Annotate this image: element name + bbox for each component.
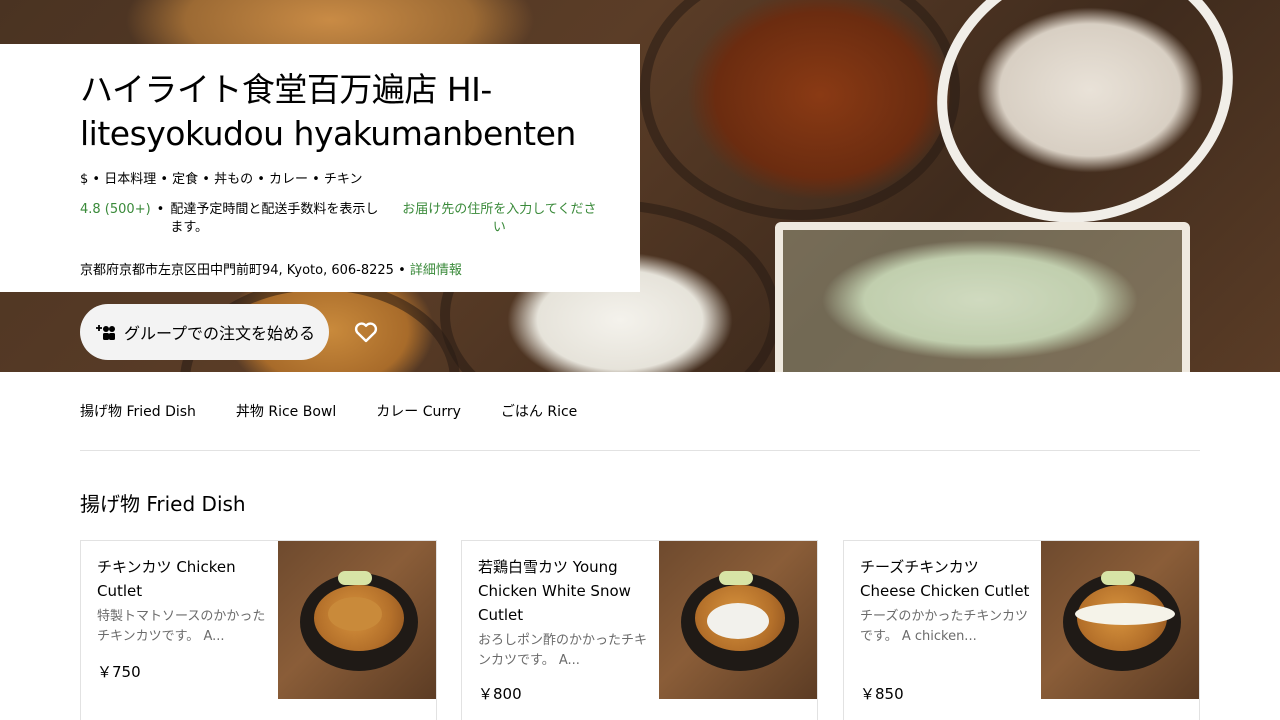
menu-item-card[interactable]: チキンカツ Chicken Cutlet 特製トマトソースのかかったチキンカツで…	[80, 540, 437, 720]
rating: 4.8 (500+)	[80, 202, 151, 217]
separator: •	[156, 202, 165, 217]
plate-decoration	[640, 0, 960, 220]
menu-item-name: チーズチキンカツ Cheese Chicken Cutlet	[860, 558, 1030, 600]
delivery-note: 配達予定時間と配送手数料を表示します。	[170, 202, 379, 235]
topping-shape	[707, 603, 769, 639]
topping-shape	[328, 597, 382, 631]
menu-item-description: 特製トマトソースのかかったチキンカツです。 A...	[97, 609, 266, 644]
more-info-link[interactable]: 詳細情報	[410, 263, 462, 278]
favorite-button[interactable]	[348, 314, 384, 350]
restaurant-info-card: ハイライト食堂百万遍店 HI-litesyokudou hyakumanbent…	[0, 44, 640, 292]
rating-row: 4.8 (500+) • 配達予定時間と配送手数料を表示します。 お届け先の住所…	[80, 201, 600, 237]
menu-item-name: チキンカツ Chicken Cutlet	[97, 558, 236, 600]
restaurant-title: ハイライト食堂百万遍店 HI-litesyokudou hyakumanbent…	[80, 70, 576, 153]
menu-item-price: ￥750	[97, 663, 141, 681]
menu-item-text: チーズチキンカツ Cheese Chicken Cutlet チーズのかかったチ…	[860, 555, 1030, 647]
enter-address-link[interactable]: お届け先の住所を入力してください	[399, 201, 600, 237]
topping-shape	[1075, 603, 1175, 625]
menu-item-photo	[278, 541, 436, 699]
menu-item-price: ￥850	[860, 685, 904, 703]
group-order-button[interactable]: グループでの注文を始める	[80, 304, 329, 360]
section-title: 揚げ物 Fried Dish	[80, 492, 246, 516]
menu-category-tabs: 揚げ物 Fried Dish 丼物 Rice Bowl カレー Curry ごは…	[80, 372, 1200, 451]
group-add-icon	[96, 323, 116, 341]
menu-item-photo	[659, 541, 817, 699]
menu-item-card[interactable]: 若鶏白雪カツ Young Chicken White Snow Cutlet お…	[461, 540, 818, 720]
menu-item-price: ￥800	[478, 685, 522, 703]
heart-icon	[354, 322, 378, 343]
group-order-label: グループでの注文を始める	[124, 324, 316, 343]
tray-decoration	[775, 222, 1190, 372]
garnish-shape	[1101, 571, 1135, 585]
menu-item-card[interactable]: チーズチキンカツ Cheese Chicken Cutlet チーズのかかったチ…	[843, 540, 1200, 720]
garnish-shape	[719, 571, 753, 585]
menu-item-photo	[1041, 541, 1199, 699]
menu-item-description: チーズのかかったチキンカツです。 A chicken...	[860, 609, 1028, 644]
tab-curry[interactable]: カレー Curry	[376, 401, 461, 421]
tab-rice-bowl[interactable]: 丼物 Rice Bowl	[236, 401, 336, 421]
menu-item-name: 若鶏白雪カツ Young Chicken White Snow Cutlet	[478, 558, 631, 624]
restaurant-address: 京都府京都市左京区田中門前町94, Kyoto, 606-8225 •	[80, 263, 410, 278]
tab-rice[interactable]: ごはん Rice	[501, 401, 577, 421]
menu-item-description: おろしポン酢のかかったチキンカツです。 A...	[478, 633, 648, 668]
menu-item-text: 若鶏白雪カツ Young Chicken White Snow Cutlet お…	[478, 555, 648, 671]
menu-item-text: チキンカツ Chicken Cutlet 特製トマトソースのかかったチキンカツで…	[97, 555, 267, 647]
restaurant-categories: $ • 日本料理 • 定食 • 丼もの • カレー • チキン	[80, 172, 363, 187]
garnish-shape	[338, 571, 372, 585]
tab-fried-dish[interactable]: 揚げ物 Fried Dish	[80, 401, 196, 421]
address-row: 京都府京都市左京区田中門前町94, Kyoto, 606-8225 • 詳細情報	[80, 259, 600, 278]
